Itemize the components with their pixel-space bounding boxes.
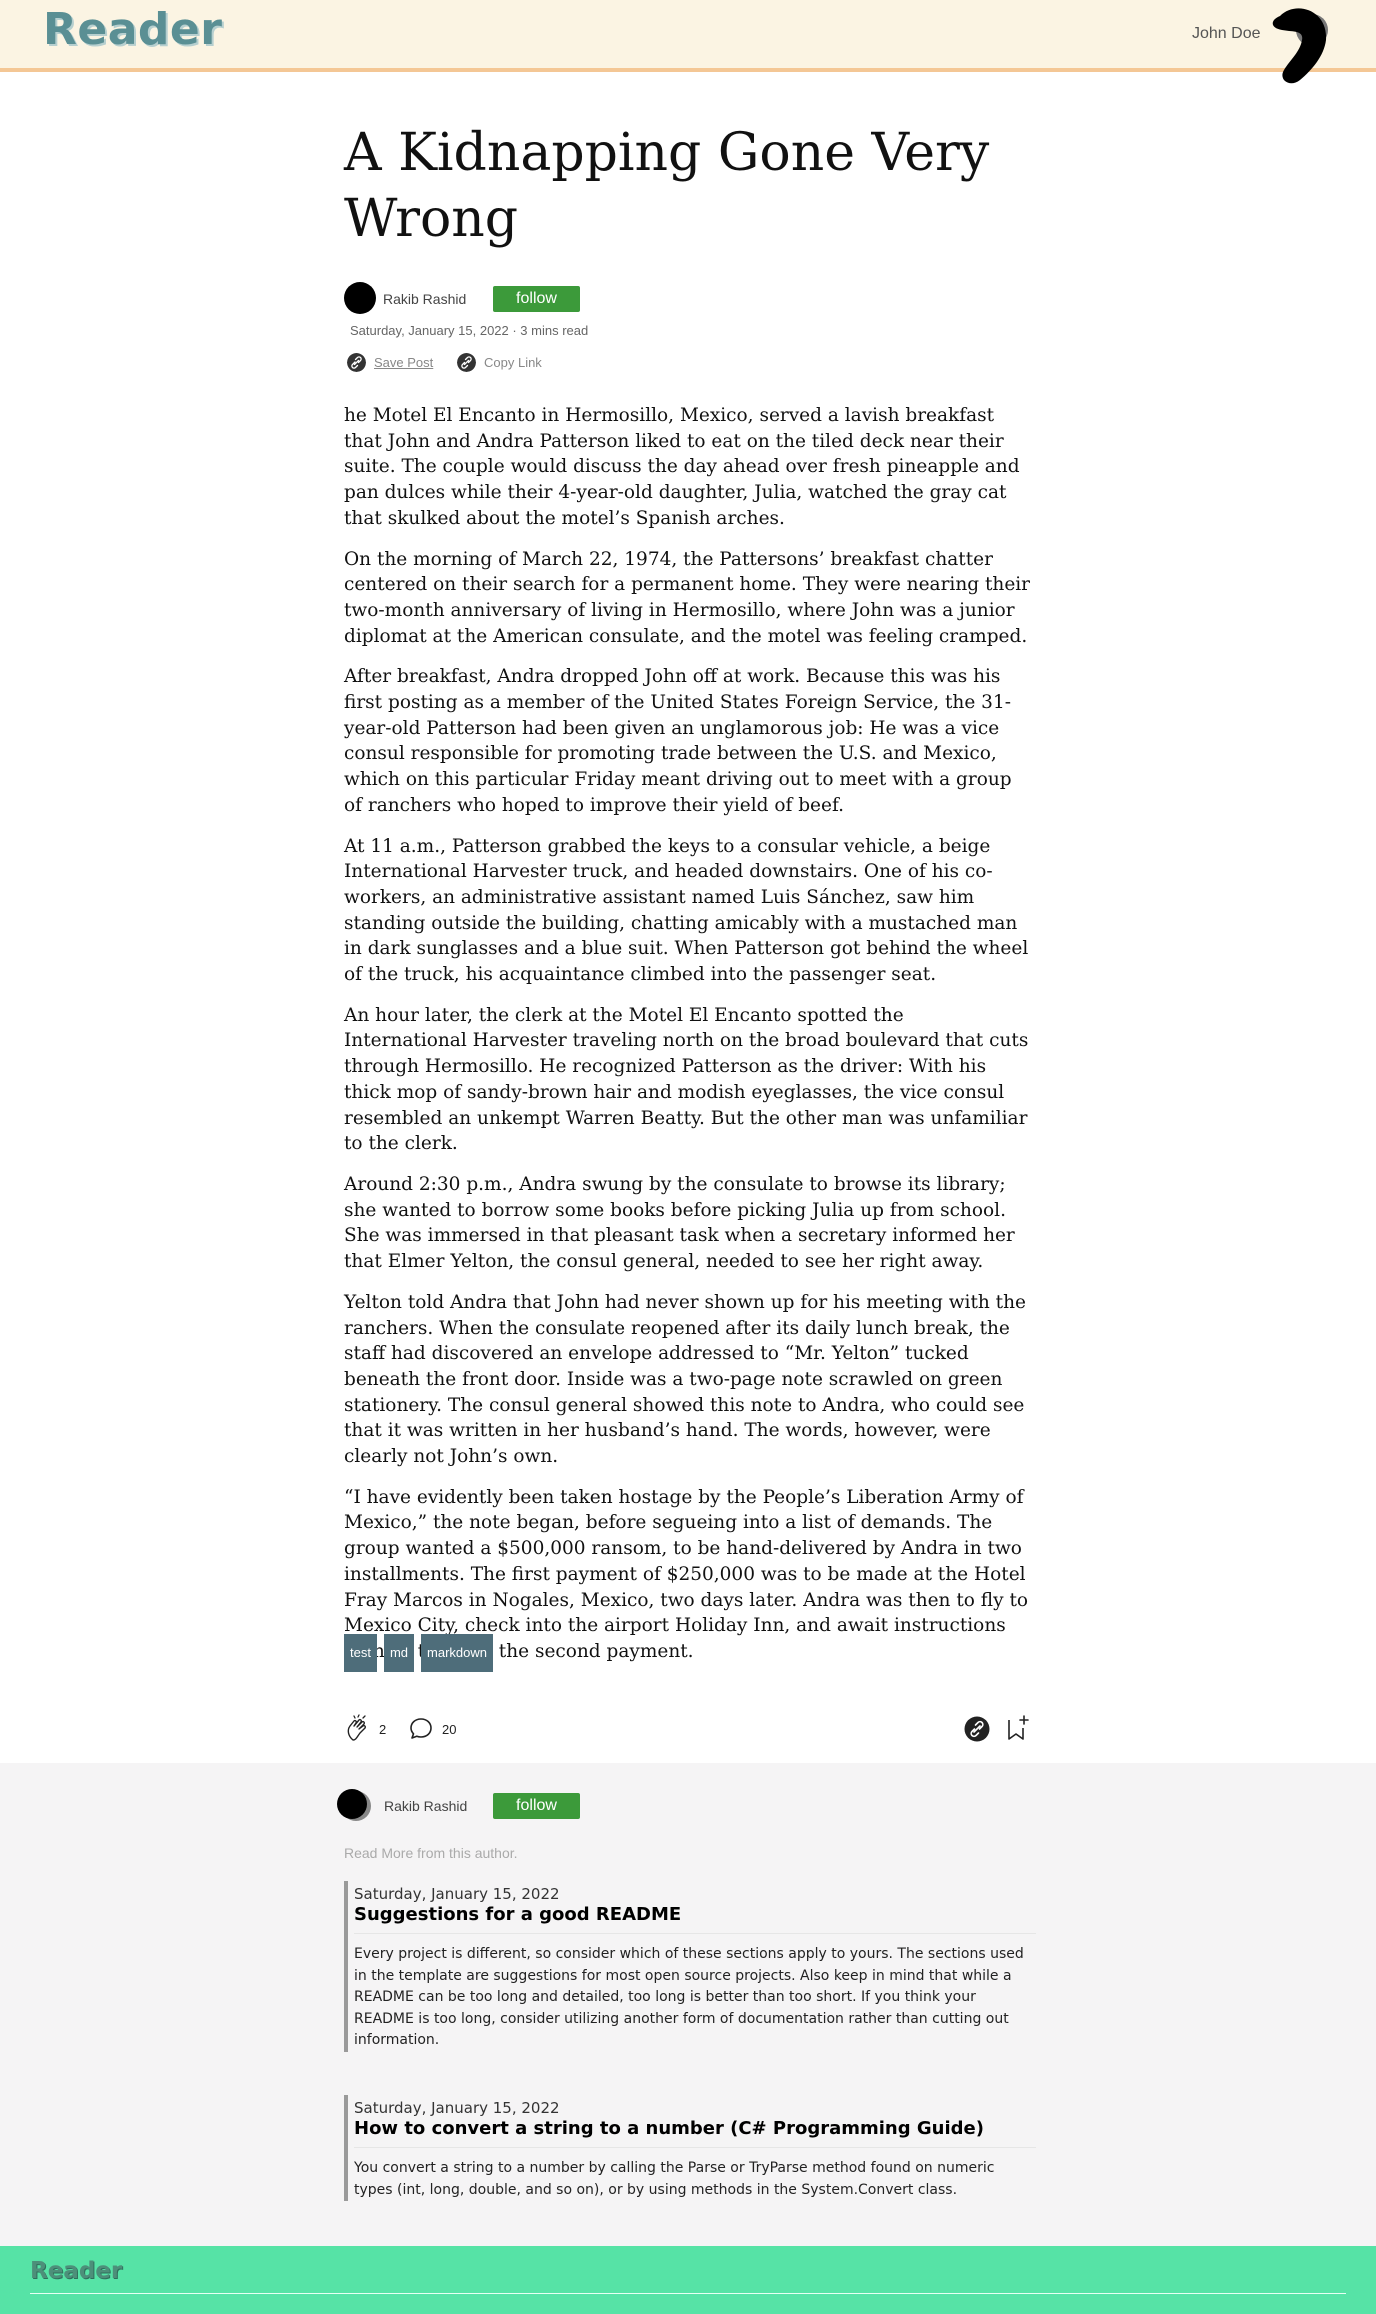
article-paragraph: he Motel El Encanto in Hermosillo, Mexic… (344, 405, 1020, 529)
article: A Kidnapping Gone Very Wrong Rakib Rashi… (344, 120, 1032, 1742)
follow-button[interactable]: follow (493, 1793, 580, 1819)
article-meta: Saturday, January 15, 2022 · 3 mins read (350, 323, 589, 338)
article-paragraph: An hour later, the clerk at the Motel El… (344, 1004, 1029, 1155)
author-row: Rakib Rashid follow (344, 282, 744, 316)
tag[interactable]: test (344, 1634, 377, 1672)
article-paragraph: After breakfast, Andra dropped John off … (344, 666, 1012, 816)
post-excerpt: Every project is different, so consider … (354, 1946, 1024, 2049)
save-post-button[interactable]: Save Post (347, 352, 437, 374)
top-navbar: Reader John Doe (0, 0, 1376, 84)
post-date: Saturday, January 15, 2022 (354, 2099, 560, 2117)
post-date: Saturday, January 15, 2022 (354, 1885, 560, 1903)
footer-logo[interactable]: Reader (30, 2258, 122, 2284)
author-avatar[interactable] (344, 282, 376, 314)
footer-divider (30, 2293, 1346, 2294)
article-body: he Motel El Encanto in Hermosillo, Mexic… (344, 403, 1032, 1680)
clap-button[interactable]: 2 (344, 1714, 394, 1744)
comment-icon (410, 1718, 432, 1739)
link-icon (347, 353, 366, 372)
link-icon (457, 353, 476, 372)
copy-link-label: Copy Link (484, 355, 542, 370)
tag-list: test md markdown (344, 1634, 500, 1672)
comment-count: 20 (442, 1722, 457, 1737)
post-card[interactable]: Saturday, January 15, 2022 Suggestions f… (344, 1881, 1036, 2052)
read-more-heading: Read More from this author. (344, 1845, 518, 1861)
clap-icon (347, 1714, 366, 1741)
app-logo[interactable]: Reader (43, 4, 222, 55)
reactions-bar: 2 20 (344, 1714, 1032, 1744)
clap-count: 2 (379, 1722, 387, 1737)
share-link-icon[interactable] (964, 1716, 990, 1742)
author-avatar[interactable] (336, 1787, 372, 1823)
tag[interactable]: md (383, 1634, 415, 1672)
post-title[interactable]: How to convert a string to a number (C# … (354, 2118, 1036, 2148)
more-author-row: Rakib Rashid follow (336, 1785, 736, 1825)
article-paragraph: Around 2:30 p.m., Andra swung by the con… (344, 1173, 1015, 1273)
tag[interactable]: markdown (421, 1634, 493, 1672)
article-paragraph: At 11 a.m., Patterson grabbed the keys t… (344, 835, 1029, 986)
more-from-author-inner: Rakib Rashid follow Read More from this … (336, 1763, 1036, 2246)
article-title: A Kidnapping Gone Very Wrong (344, 123, 990, 249)
footer: Reader (0, 2246, 1376, 2314)
post-actions: Save Post Copy Link (347, 352, 647, 374)
follow-button[interactable]: follow (493, 286, 580, 312)
bookmark-add-icon[interactable] (1004, 1714, 1030, 1742)
comments-button[interactable]: 20 (408, 1714, 468, 1744)
copy-link-button[interactable]: Copy Link (457, 352, 557, 374)
post-excerpt: You convert a string to a number by call… (354, 2160, 995, 2198)
article-paragraph: Yelton told Andra that John had never sh… (344, 1291, 1026, 1468)
author-name[interactable]: Rakib Rashid (383, 291, 466, 307)
post-title[interactable]: Suggestions for a good README (354, 1904, 1036, 1934)
post-card[interactable]: Saturday, January 15, 2022 How to conver… (344, 2095, 1036, 2202)
author-name[interactable]: Rakib Rashid (384, 1798, 467, 1814)
save-post-label: Save Post (374, 355, 434, 370)
more-from-author: Rakib Rashid follow Read More from this … (0, 1763, 1376, 2246)
article-paragraph: On the morning of March 22, 1974, the Pa… (344, 548, 1031, 647)
user-avatar[interactable] (1266, 4, 1338, 88)
user-name[interactable]: John Doe (1192, 25, 1261, 43)
